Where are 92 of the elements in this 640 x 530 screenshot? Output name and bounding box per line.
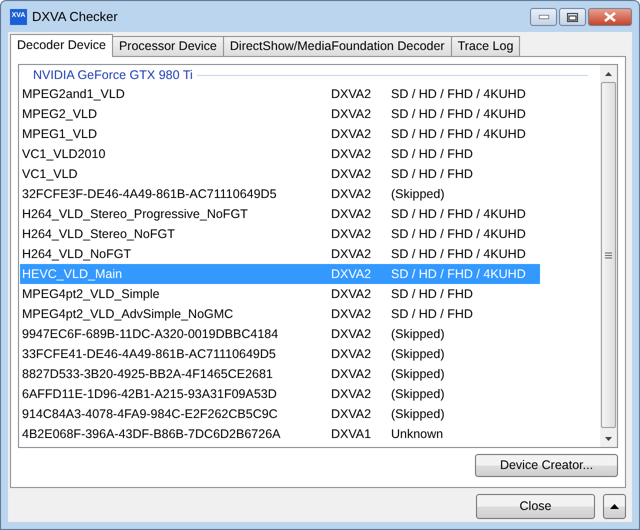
decoder-name: MPEG4pt2_VLD_Simple <box>21 286 161 303</box>
resolution-support: SD / HD / FHD / 4KUHD <box>391 226 526 243</box>
decoder-name: HEVC_VLD_Main <box>21 266 124 283</box>
decoder-row[interactable]: VC1_VLD2010 DXVA2 SD / HD / FHD <box>20 144 540 164</box>
decoder-name: 8827D533-3B20-4925-BB2A-4F1465CE2681 <box>21 366 274 383</box>
decoder-name: 914C84A3-4078-4FA9-984C-E2F262CB5C9C <box>21 406 279 423</box>
expand-button[interactable] <box>603 494 626 519</box>
api-version: DXVA2 <box>331 286 372 303</box>
scroll-down-icon[interactable] <box>605 436 612 440</box>
decoder-row[interactable]: MPEG1_VLD DXVA2 SD / HD / FHD / 4KUHD <box>20 124 540 144</box>
api-version: DXVA2 <box>331 126 372 143</box>
resolution-support: SD / HD / FHD / 4KUHD <box>391 246 526 263</box>
api-version: DXVA2 <box>331 226 372 243</box>
close-button[interactable]: Close <box>476 494 595 519</box>
tab[interactable]: DirectShow/MediaFoundation Decoder <box>222 36 452 56</box>
api-version: DXVA2 <box>331 366 372 383</box>
resolution-support: SD / HD / FHD <box>391 306 473 323</box>
api-version: DXVA2 <box>331 386 372 403</box>
resolution-support: SD / HD / FHD <box>391 146 473 163</box>
decoder-name: VC1_VLD2010 <box>21 146 106 163</box>
decoder-row[interactable]: 4B2E068F-396A-43DF-B86B-7DC6D2B6726A DXVA1 Unknown <box>20 424 540 444</box>
api-version: DXVA2 <box>331 106 372 123</box>
decoder-row[interactable]: 8827D533-3B20-4925-BB2A-4F1465CE2681 DXVA2 (Skipped) <box>20 364 540 384</box>
api-version: DXVA2 <box>331 146 372 163</box>
device-group-label: NVIDIA GeForce GTX 980 Ti <box>33 66 193 84</box>
api-version: DXVA1 <box>331 426 372 443</box>
resolution-support: SD / HD / FHD <box>391 166 473 183</box>
decoder-name: H264_VLD_NoFGT <box>21 246 132 263</box>
decoder-row[interactable]: VC1_VLD DXVA2 SD / HD / FHD <box>20 164 540 184</box>
resolution-support: SD / HD / FHD <box>391 286 473 303</box>
api-version: DXVA2 <box>331 186 372 203</box>
scrollbar[interactable] <box>600 65 617 447</box>
resolution-support: SD / HD / FHD / 4KUHD <box>391 126 526 143</box>
decoder-row[interactable]: MPEG2and1_VLD DXVA2 SD / HD / FHD / 4KUHD <box>20 84 540 104</box>
api-version: DXVA2 <box>331 86 372 103</box>
api-version: DXVA2 <box>331 266 372 283</box>
decoder-row[interactable]: 9947EC6F-689B-11DC-A320-0019DBBC4184 DXVA2 (Skipped) <box>20 324 540 344</box>
scroll-thumb[interactable] <box>601 82 616 428</box>
decoder-row[interactable]: 32FCFE3F-DE46-4A49-861B-AC71110649D5 DXVA2 (Skipped) <box>20 184 540 204</box>
resolution-support: (Skipped) <box>391 406 444 423</box>
close-window-button[interactable] <box>588 8 632 26</box>
decoder-row[interactable]: 914C84A3-4078-4FA9-984C-E2F262CB5C9C DXVA2 (Skipped) <box>20 404 540 424</box>
resolution-support: (Skipped) <box>391 386 444 403</box>
decoder-row[interactable]: H264_VLD_NoFGT DXVA2 SD / HD / FHD / 4KUHD <box>20 244 540 264</box>
decoder-row[interactable]: MPEG2_VLD DXVA2 SD / HD / FHD / 4KUHD <box>20 104 540 124</box>
minimize-button[interactable] <box>530 8 557 26</box>
scroll-up-icon[interactable] <box>605 72 612 76</box>
api-version: DXVA2 <box>331 346 372 363</box>
decoder-name: MPEG2and1_VLD <box>21 86 126 103</box>
decoder-name: MPEG4pt2_VLD_AdvSimple_NoGMC <box>21 306 234 323</box>
resolution-support: (Skipped) <box>391 346 444 363</box>
tab[interactable]: Processor Device <box>112 36 224 56</box>
decoder-name: 32FCFE3F-DE46-4A49-861B-AC71110649D5 <box>21 186 278 203</box>
decoder-name: 9947EC6F-689B-11DC-A320-0019DBBC4184 <box>21 326 280 343</box>
decoder-name: H264_VLD_Stereo_Progressive_NoFGT <box>21 206 249 223</box>
api-version: DXVA2 <box>331 306 372 323</box>
resolution-support: (Skipped) <box>391 326 444 343</box>
resolution-support: (Skipped) <box>391 366 444 383</box>
grip-icon <box>605 252 612 258</box>
decoder-row[interactable]: MPEG4pt2_VLD_Simple DXVA2 SD / HD / FHD <box>20 284 540 304</box>
decoder-name: VC1_VLD <box>21 166 79 183</box>
decoder-name: 33FCFE41-DE46-4A49-861B-AC71110649D5 <box>21 346 277 363</box>
tab[interactable]: Trace Log <box>450 36 520 56</box>
resolution-support: SD / HD / FHD / 4KUHD <box>391 86 526 103</box>
resolution-support: SD / HD / FHD / 4KUHD <box>391 206 526 223</box>
decoder-row[interactable]: 6AFFD11E-1D96-42B1-A215-93A31F09A53D DXVA2 (Skipped) <box>20 384 540 404</box>
decoder-name: MPEG2_VLD <box>21 106 98 123</box>
maximize-button[interactable] <box>559 8 586 26</box>
api-version: DXVA2 <box>331 206 372 223</box>
resolution-support: SD / HD / FHD / 4KUHD <box>391 266 526 283</box>
decoder-name: 4B2E068F-396A-43DF-B86B-7DC6D2B6726A <box>21 426 282 443</box>
resolution-support: (Skipped) <box>391 186 444 203</box>
up-triangle-icon <box>610 504 619 509</box>
api-version: DXVA2 <box>331 406 372 423</box>
resolution-support: Unknown <box>391 426 444 443</box>
decoder-name: MPEG1_VLD <box>21 126 98 143</box>
device-creator-button[interactable]: Device Creator... <box>475 454 618 477</box>
window-title: DXVA Checker <box>32 8 118 26</box>
decoder-name: 6AFFD11E-1D96-42B1-A215-93A31F09A53D <box>21 386 278 403</box>
api-version: DXVA2 <box>331 326 372 343</box>
decoder-row[interactable]: H264_VLD_Stereo_Progressive_NoFGT DXVA2 SD / HD / FHD / 4KUHD <box>20 204 540 224</box>
close-icon <box>604 12 616 22</box>
maximize-icon <box>567 12 578 22</box>
resolution-support: SD / HD / FHD / 4KUHD <box>391 106 526 123</box>
tab[interactable]: Decoder Device <box>10 34 113 57</box>
minimize-icon <box>538 15 548 19</box>
decoder-row[interactable]: 33FCFE41-DE46-4A49-861B-AC71110649D5 DXVA2 (Skipped) <box>20 344 540 364</box>
decoder-row[interactable]: MPEG4pt2_VLD_AdvSimple_NoGMC DXVA2 SD / HD / FHD <box>20 304 540 324</box>
api-version: DXVA2 <box>331 246 372 263</box>
api-version: DXVA2 <box>331 166 372 183</box>
decoder-name: H264_VLD_Stereo_NoFGT <box>21 226 176 243</box>
decoder-row[interactable]: H264_VLD_Stereo_NoFGT DXVA2 SD / HD / FHD / 4KUHD <box>20 224 540 244</box>
